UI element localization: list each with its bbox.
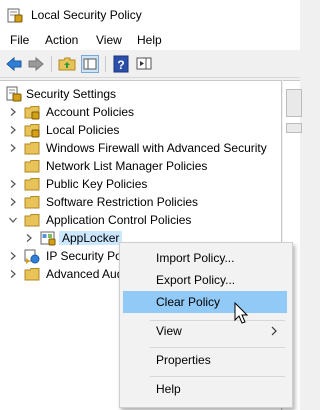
menu-action[interactable]: Action [45, 33, 78, 47]
collapse-chevron-icon[interactable] [8, 215, 18, 225]
folder-icon [24, 196, 40, 209]
menu-item-clear-policy[interactable]: Clear Policy [123, 291, 287, 313]
folder-lock-icon [24, 124, 40, 138]
tree-item-security-settings[interactable]: Security Settings [0, 85, 281, 103]
toolbar: ? [0, 51, 300, 78]
help-icon[interactable]: ? [112, 55, 130, 73]
expand-chevron-icon[interactable] [8, 269, 18, 279]
menu-bar: File Action View Help [0, 30, 300, 50]
tree-item-public-key-policies[interactable]: Public Key Policies [0, 175, 281, 193]
security-settings-icon [6, 86, 22, 102]
forward-arrow-icon[interactable] [27, 55, 45, 73]
expand-chevron-icon[interactable] [24, 233, 34, 243]
tree-item-windows-firewall-with-advanced-security[interactable]: Windows Firewall with Advanced Security [0, 139, 281, 157]
tree-item-account-policies[interactable]: Account Policies [0, 103, 281, 121]
menu-item-help[interactable]: Help [123, 378, 287, 400]
tree-item-software-restriction-policies[interactable]: Software Restriction Policies [0, 193, 281, 211]
menu-item-export-policy[interactable]: Export Policy... [123, 269, 287, 291]
tree-item-application-control-policies[interactable]: Application Control Policies [0, 211, 281, 229]
expand-chevron-icon[interactable] [8, 107, 18, 117]
tree-item-label: Account Policies [46, 105, 135, 119]
mouse-pointer-icon [234, 302, 249, 324]
folder-lock-icon [24, 106, 40, 120]
tree-item-label: Software Restriction Policies [46, 195, 199, 209]
toolbar-separator [105, 56, 106, 72]
applocker-icon [40, 231, 56, 246]
security-policy-app-icon [7, 8, 23, 23]
up-folder-icon[interactable] [58, 55, 76, 73]
tree-item-label: Security Settings [26, 87, 117, 101]
back-arrow-icon[interactable] [5, 55, 23, 73]
folder-icon [24, 178, 40, 191]
folder-icon [24, 160, 40, 173]
tree-item-label: Public Key Policies [46, 177, 148, 191]
tree-item-label: Application Control Policies [46, 213, 192, 227]
title-bar: Local Security Policy [0, 0, 300, 30]
svg-text:?: ? [117, 58, 124, 72]
menu-view[interactable]: View [96, 33, 122, 47]
menu-item-properties[interactable]: Properties [123, 349, 287, 371]
expand-chevron-icon[interactable] [8, 197, 18, 207]
expand-chevron-icon[interactable] [8, 251, 18, 261]
tree-item-label: Windows Firewall with Advanced Security [46, 141, 267, 155]
tree-item-label: Network List Manager Policies [46, 159, 208, 173]
toolbar-separator [51, 56, 52, 72]
menu-separator [150, 347, 285, 348]
folder-icon [24, 268, 40, 281]
details-pane-header [286, 123, 302, 133]
menu-item-import-policy[interactable]: Import Policy... [123, 247, 287, 269]
expand-chevron-icon[interactable] [8, 143, 18, 153]
network-policy-icon [24, 249, 40, 264]
expand-chevron-icon[interactable] [8, 125, 18, 135]
tree-item-label: AppLocker [59, 231, 123, 245]
folder-icon [24, 142, 40, 155]
details-pane-header [286, 89, 302, 117]
folder-icon [24, 214, 40, 227]
action-pane-icon[interactable] [135, 55, 153, 73]
show-hide-tree-icon[interactable] [81, 55, 99, 73]
tree-item-label: Local Policies [46, 123, 120, 137]
menu-help[interactable]: Help [137, 33, 162, 47]
expand-chevron-icon[interactable] [8, 179, 18, 189]
tree-item-network-list-manager-policies[interactable]: Network List Manager Policies [0, 157, 281, 175]
submenu-chevron-icon [271, 326, 277, 336]
tree-item-label: Advanced Audi [46, 267, 127, 281]
menu-file[interactable]: File [10, 33, 29, 47]
menu-item-view[interactable]: View [123, 320, 287, 342]
context-menu: Import Policy... Export Policy... Clear … [119, 242, 293, 408]
tree-item-local-policies[interactable]: Local Policies [0, 121, 281, 139]
window-title: Local Security Policy [31, 8, 142, 22]
tree-item-label: IP Security Poli [46, 249, 128, 263]
menu-separator [150, 376, 285, 377]
